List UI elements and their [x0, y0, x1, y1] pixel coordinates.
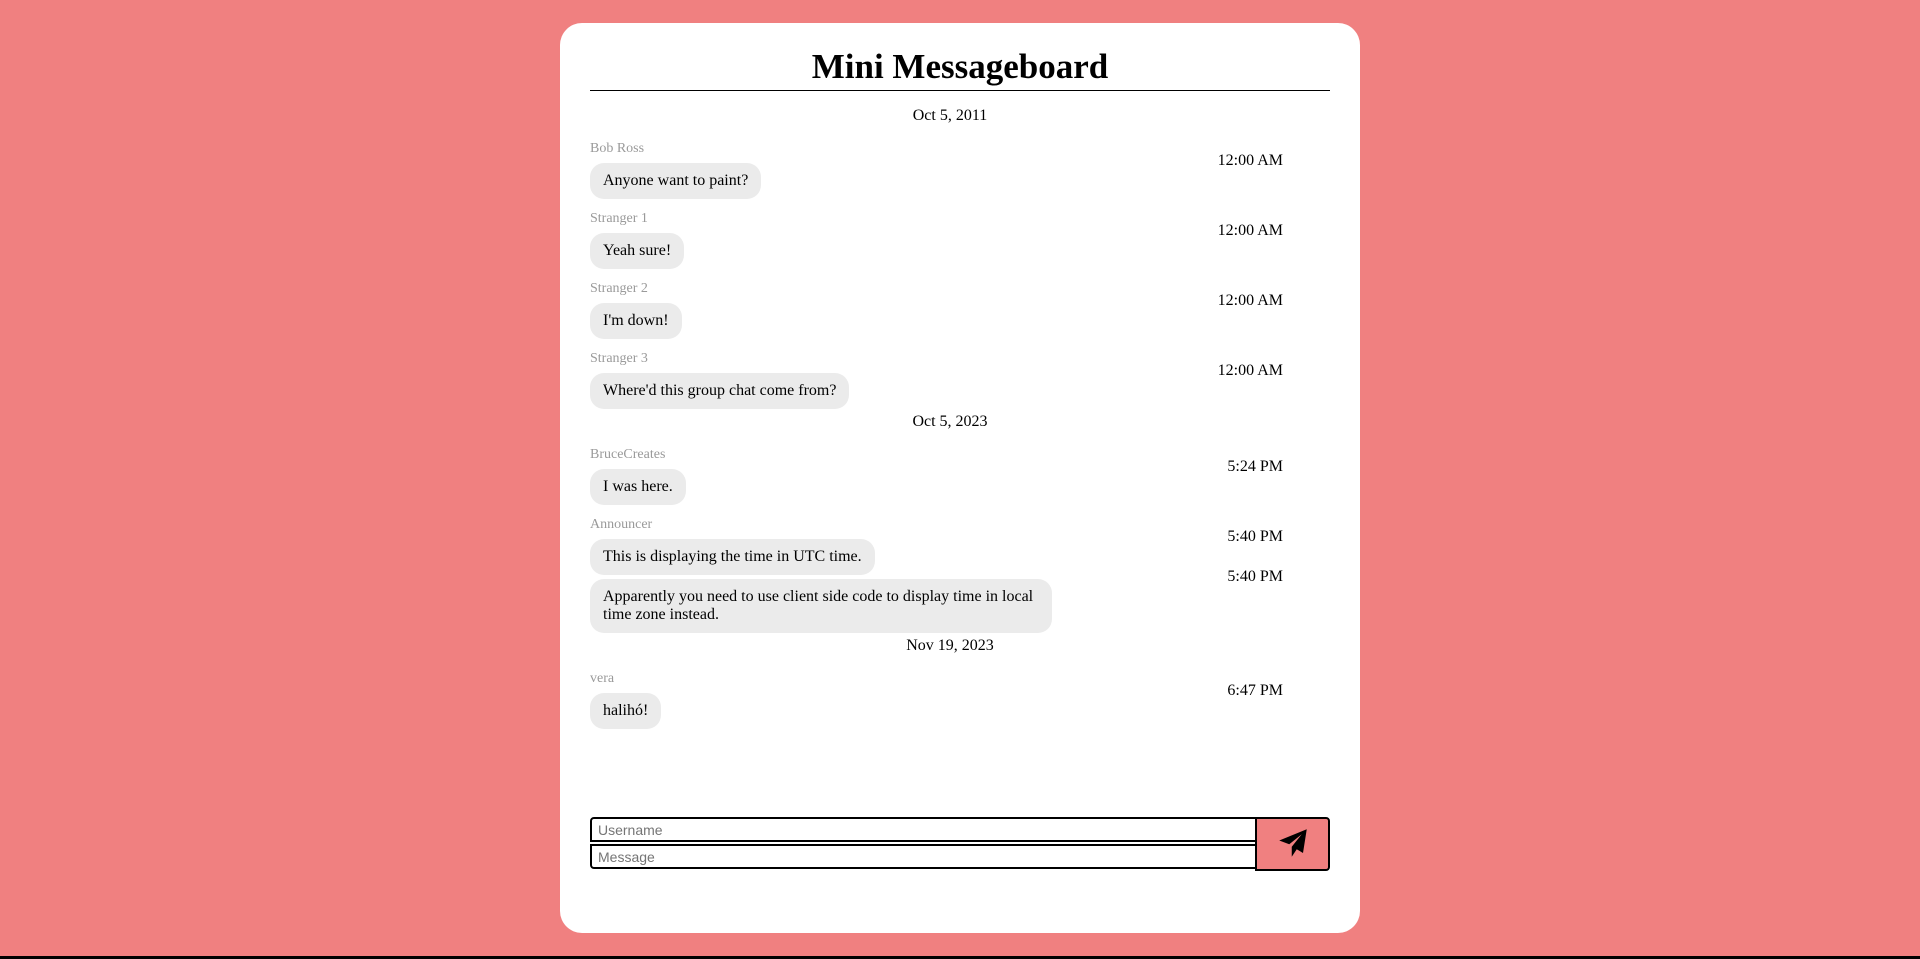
- message-timestamp: 5:40 PM: [1227, 528, 1283, 545]
- message-row: Yeah sure! 12:00 AM: [590, 222, 1310, 269]
- message-bubble: I'm down!: [590, 303, 682, 339]
- message-input[interactable]: [590, 844, 1257, 869]
- message-timestamp: 12:00 AM: [1217, 222, 1283, 239]
- message-group: vera halihó! 6:47 PM: [590, 669, 1310, 729]
- date-separator: Oct 5, 2011: [912, 107, 988, 124]
- title-divider: [590, 90, 1330, 91]
- message-timestamp: 6:47 PM: [1227, 682, 1283, 699]
- message-bubble: Yeah sure!: [590, 233, 685, 269]
- message-row: This is displaying the time in UTC time.…: [590, 528, 1310, 575]
- message-bubble: Where'd this group chat come from?: [590, 373, 850, 409]
- message-list[interactable]: Oct 5, 2011 Bob Ross Anyone want to paint?…: [590, 103, 1330, 819]
- message-timestamp: 12:00 AM: [1217, 152, 1283, 169]
- page-title: Mini Messageboard: [811, 47, 1109, 86]
- message-bubble: Apparently you need to use client side c…: [590, 579, 1052, 633]
- message-timestamp: 5:24 PM: [1227, 458, 1283, 475]
- message-timestamp: 12:00 AM: [1217, 292, 1283, 309]
- message-bubble: Anyone want to paint?: [590, 163, 762, 199]
- message-bubble: This is displaying the time in UTC time.: [590, 539, 875, 575]
- message-author: BruceCreates: [590, 447, 666, 462]
- send-button[interactable]: [1255, 817, 1330, 871]
- message-timestamp: 12:00 AM: [1217, 362, 1283, 379]
- message-row: Anyone want to paint? 12:00 AM: [590, 152, 1310, 199]
- message-author: vera: [590, 671, 615, 686]
- message-author: Announcer: [590, 517, 653, 532]
- message-timestamp: 5:40 PM: [1227, 568, 1283, 585]
- message-author: Stranger 2: [590, 281, 648, 296]
- message-row: I was here. 5:24 PM: [590, 458, 1310, 505]
- message-group: Stranger 3 Where'd this group chat come f…: [590, 349, 1310, 409]
- paper-plane-icon: [1278, 828, 1308, 861]
- message-bubble: I was here.: [590, 469, 686, 505]
- message-bubble: halihó!: [590, 693, 662, 729]
- message-row: Apparently you need to use client side c…: [590, 568, 1310, 633]
- message-group: BruceCreates I was here. 5:24 PM: [590, 445, 1310, 505]
- message-row: halihó! 6:47 PM: [590, 682, 1310, 729]
- message-group: Stranger 1 Yeah sure! 12:00 AM: [590, 209, 1310, 269]
- date-separator: Oct 5, 2023: [912, 413, 988, 430]
- message-form: [590, 817, 1330, 871]
- message-author: Stranger 1: [590, 211, 648, 226]
- message-author: Bob Ross: [590, 141, 645, 156]
- message-group: Stranger 2 I'm down! 12:00 AM: [590, 279, 1310, 339]
- message-author: Stranger 3: [590, 351, 648, 366]
- message-row: I'm down! 12:00 AM: [590, 292, 1310, 339]
- message-group: Announcer This is displaying the time in …: [590, 515, 1310, 633]
- message-row: Where'd this group chat come from? 12:00 …: [590, 362, 1310, 409]
- message-group: Bob Ross Anyone want to paint? 12:00 AM: [590, 139, 1310, 199]
- username-input[interactable]: [590, 817, 1257, 842]
- date-separator: Nov 19, 2023: [906, 637, 994, 654]
- messageboard-card: Mini Messageboard Oct 5, 2011 Bob Ross Any…: [560, 23, 1360, 933]
